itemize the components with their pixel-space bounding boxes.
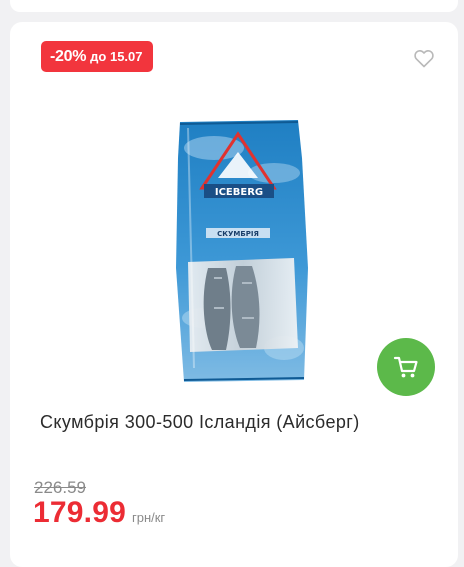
discount-until: до 15.07 (90, 49, 143, 64)
current-price: 179.99 (33, 496, 126, 529)
package-label-text: СКУМБРІЯ (217, 230, 259, 238)
add-to-cart-button[interactable] (377, 338, 435, 396)
shopping-cart-icon (393, 356, 418, 378)
product-card[interactable]: -20% до 15.07 ICEBERG СКУМБРІЯ Скумбрія … (10, 22, 458, 567)
favorite-button[interactable] (412, 46, 436, 70)
price-row: 179.99 грн/кг (33, 496, 165, 530)
price-unit: грн/кг (131, 510, 166, 525)
old-price: 226.59 (34, 478, 86, 497)
heart-outline-icon (414, 50, 434, 68)
previous-product-card (10, 0, 458, 12)
product-name[interactable]: Скумбрія 300-500 Ісландія (Айсберг) (40, 412, 360, 433)
discount-percent: -20% (50, 47, 87, 65)
package-brand-text: ICEBERG (215, 187, 263, 198)
product-image[interactable]: ICEBERG СКУМБРІЯ (174, 118, 314, 384)
discount-badge: -20% до 15.07 (41, 41, 153, 72)
